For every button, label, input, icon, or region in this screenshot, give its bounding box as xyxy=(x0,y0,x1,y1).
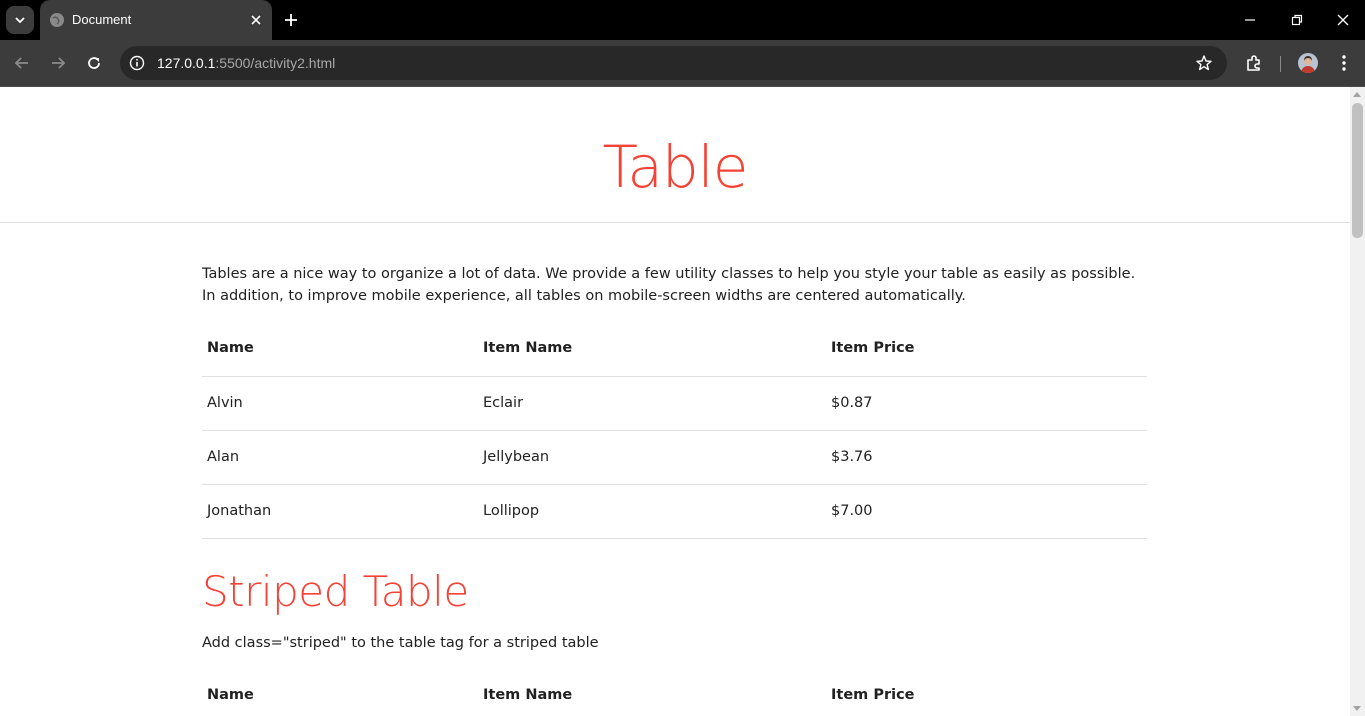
table-row: Alan Jellybean $3.76 xyxy=(202,430,1147,484)
table-row: Alvin Eclair $0.87 xyxy=(202,376,1147,430)
back-icon[interactable] xyxy=(12,53,32,73)
more-menu-icon[interactable] xyxy=(1334,53,1354,73)
table-row: Jonathan Lollipop $7.00 xyxy=(202,484,1147,538)
extensions-icon[interactable] xyxy=(1244,53,1264,73)
column-header-item-name: Item Name xyxy=(483,686,573,703)
tab-search-button[interactable] xyxy=(6,6,34,34)
intro-paragraph: Tables are a nice way to organize a lot … xyxy=(202,266,1136,304)
globe-icon xyxy=(50,13,64,27)
table-header-row: Name Item Name Item Price xyxy=(202,667,1147,716)
profile-avatar[interactable] xyxy=(1298,53,1318,73)
page-header: Table xyxy=(0,87,1350,223)
scroll-down-arrow-icon[interactable] xyxy=(1353,706,1361,711)
page-viewport: Table Tables are a nice way to organize … xyxy=(0,87,1365,716)
minimize-icon[interactable] xyxy=(1242,12,1258,28)
address-bar[interactable]: 127.0.0.1:5500/activity2.html xyxy=(120,46,1227,80)
column-header-name: Name xyxy=(207,686,254,703)
section-title-striped: Striped Table xyxy=(202,567,469,616)
url-text[interactable]: 127.0.0.1:5500/activity2.html xyxy=(157,55,335,71)
chevron-down-icon xyxy=(15,17,25,24)
column-header-item-name: Item Name xyxy=(483,340,573,357)
vertical-scrollbar[interactable] xyxy=(1350,87,1365,716)
url-path: :5500/activity2.html xyxy=(215,55,336,71)
url-host: 127.0.0.1 xyxy=(157,55,216,71)
cell-name: Jonathan xyxy=(207,503,272,519)
toolbar-separator xyxy=(1280,56,1281,72)
close-window-icon[interactable] xyxy=(1335,12,1351,28)
site-info-icon[interactable] xyxy=(129,55,145,71)
cell-item-name: Eclair xyxy=(483,395,524,411)
page-title: Table xyxy=(602,133,749,201)
close-icon[interactable] xyxy=(248,12,264,28)
forward-icon[interactable] xyxy=(48,53,68,73)
column-header-item-price: Item Price xyxy=(831,340,915,357)
section-description: Add class="striped" to the table tag for… xyxy=(202,635,599,651)
restore-icon[interactable] xyxy=(1289,12,1305,28)
profile-picture-icon xyxy=(1301,56,1315,73)
scroll-up-arrow-icon[interactable] xyxy=(1353,92,1361,97)
scrollbar-thumb[interactable] xyxy=(1352,103,1363,238)
cell-item-price: $7.00 xyxy=(831,503,873,519)
new-tab-icon[interactable] xyxy=(283,12,299,28)
cell-item-name: Lollipop xyxy=(483,503,540,519)
striped-table: Name Item Name Item Price xyxy=(202,667,1147,716)
tab-title: Document xyxy=(72,12,132,27)
bookmark-star-icon[interactable] xyxy=(1195,54,1213,72)
cell-item-price: $3.76 xyxy=(831,449,873,465)
cell-name: Alan xyxy=(207,449,240,465)
reload-icon[interactable] xyxy=(84,53,104,73)
cell-name: Alvin xyxy=(207,395,243,411)
column-header-name: Name xyxy=(207,340,254,357)
basic-table: Name Item Name Item Price Alvin Eclair $… xyxy=(202,321,1147,539)
cell-item-price: $0.87 xyxy=(831,395,873,411)
tab-document[interactable]: Document xyxy=(40,0,272,40)
cell-item-name: Jellybean xyxy=(483,449,550,465)
browser-toolbar: 127.0.0.1:5500/activity2.html xyxy=(0,40,1365,87)
tab-strip: Document xyxy=(0,0,1365,40)
table-header-row: Name Item Name Item Price xyxy=(202,321,1147,376)
column-header-item-price: Item Price xyxy=(831,686,915,703)
